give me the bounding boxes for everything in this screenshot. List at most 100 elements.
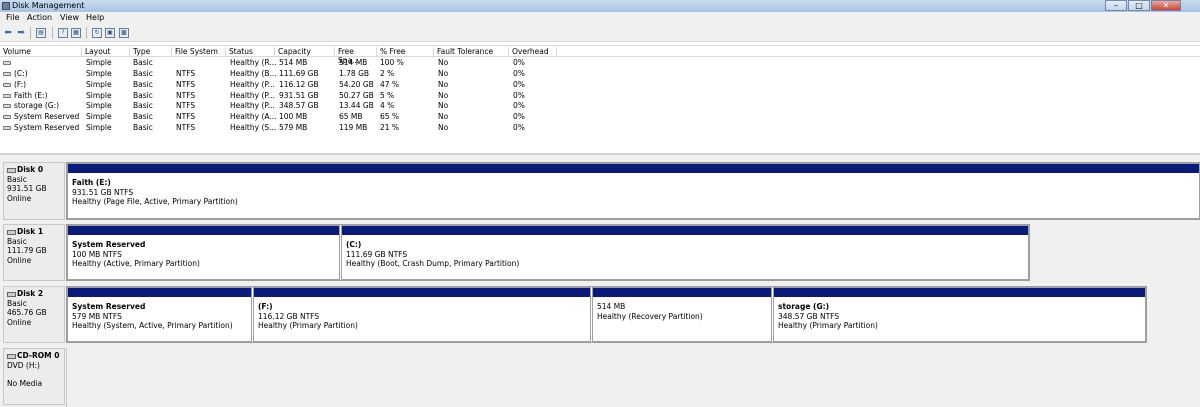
partition-status: Healthy (Boot, Crash Dump, Primary Parti… [346, 259, 520, 269]
disk-icon [7, 229, 16, 235]
cell-overhead: 0% [513, 101, 525, 110]
cell-type: Basic [133, 123, 153, 132]
cell-free: 65 MB [339, 112, 363, 121]
cell-fault: No [438, 69, 449, 78]
close-button[interactable]: ✕ [1151, 0, 1181, 11]
toolbar-separator [86, 27, 87, 39]
volume-icon [3, 115, 11, 119]
partition-size: 931.51 GB NTFS [72, 187, 134, 197]
cell-fs: NTFS [176, 112, 196, 121]
properties-icon[interactable]: ▦ [71, 28, 81, 38]
cell-layout: Simple [86, 101, 112, 110]
disk-2-partitions: System Reserved 579 MB NTFS Healthy (Sys… [66, 286, 1147, 343]
cell-capacity: 111.69 GB [279, 69, 319, 78]
volume-row[interactable]: System Reserved Simple Basic NTFS Health… [0, 112, 1200, 123]
partition-f[interactable]: (F:) 116.12 GB NTFS Healthy (Primary Par… [253, 287, 591, 342]
menu-action[interactable]: Action [27, 13, 52, 22]
menu-help[interactable]: Help [86, 13, 104, 22]
col-overhead[interactable]: Overhead [509, 47, 557, 57]
volume-row[interactable]: (F:) Simple Basic NTFS Healthy (P... 116… [0, 80, 1200, 91]
cell-status: Healthy (P... [230, 80, 275, 89]
cell-volume: Faith (E:) [14, 91, 48, 100]
menu-view[interactable]: View [60, 13, 79, 22]
cdrom-name: CD-ROM 0 [17, 351, 60, 360]
disk-icon [7, 291, 16, 297]
partition-bar [254, 288, 590, 297]
disk-kind: Basic [7, 298, 27, 308]
cell-type: Basic [133, 101, 153, 110]
volume-icon [3, 72, 11, 76]
cell-layout: Simple [86, 91, 112, 100]
back-arrow-icon[interactable]: ⬅ [3, 28, 13, 38]
col-file-system[interactable]: File System [172, 47, 226, 57]
cell-free: 514 MB [339, 58, 368, 67]
cell-fs: NTFS [176, 80, 196, 89]
minimize-button[interactable]: – [1105, 0, 1127, 11]
cell-capacity: 100 MB [279, 112, 308, 121]
partition-storage-g[interactable]: storage (G:) 348.57 GB NTFS Healthy (Pri… [773, 287, 1146, 342]
cell-pct-free: 65 % [380, 112, 400, 121]
volume-row[interactable]: storage (G:) Simple Basic NTFS Healthy (… [0, 101, 1200, 112]
cell-free: 119 MB [339, 123, 368, 132]
col-volume[interactable]: Volume [0, 47, 82, 57]
partition-status: Healthy (Primary Partition) [778, 321, 878, 331]
settings-icon[interactable]: ▩ [119, 28, 129, 38]
col-type[interactable]: Type [130, 47, 172, 57]
cell-pct-free: 21 % [380, 123, 400, 132]
forward-arrow-icon[interactable]: ➡ [16, 28, 26, 38]
disk-graphical-view: Disk 0 Basic 931.51 GB Online Faith (E:)… [0, 155, 1200, 407]
rescan-icon[interactable]: ▣ [105, 28, 115, 38]
partition-c[interactable]: (C:) 111.69 GB NTFS Healthy (Boot, Crash… [341, 225, 1029, 280]
cell-overhead: 0% [513, 69, 525, 78]
cdrom-0-label[interactable]: CD-ROM 0 DVD (H:) No Media [3, 348, 65, 405]
cell-layout: Simple [86, 69, 112, 78]
maximize-button[interactable]: □ [1128, 0, 1150, 11]
partition-system-reserved[interactable]: System Reserved 100 MB NTFS Healthy (Act… [67, 225, 340, 280]
partition-bar [774, 288, 1145, 297]
cdrom-0-area [66, 348, 1200, 407]
partition-name: System Reserved [72, 240, 146, 249]
menu-file[interactable]: File [6, 13, 19, 22]
cdrom-icon [7, 353, 16, 359]
partition-system-reserved[interactable]: System Reserved 579 MB NTFS Healthy (Sys… [67, 287, 252, 342]
partition-bar [342, 226, 1028, 235]
partition-bar [68, 226, 339, 235]
cell-fault: No [438, 112, 449, 121]
console-tree-icon[interactable]: ▤ [36, 28, 46, 38]
disk-state: Online [7, 255, 32, 265]
help-icon[interactable]: ? [58, 28, 68, 38]
col-percent-free[interactable]: % Free [377, 47, 434, 57]
col-capacity[interactable]: Capacity [275, 47, 335, 57]
disk-kind: Basic [7, 236, 27, 246]
col-fault-tolerance[interactable]: Fault Tolerance [434, 47, 509, 57]
cell-pct-free: 100 % [380, 58, 404, 67]
cell-fault: No [438, 101, 449, 110]
col-free-space[interactable]: Free Spa... [335, 47, 377, 65]
col-layout[interactable]: Layout [82, 47, 130, 57]
volume-row[interactable]: (C:) Simple Basic NTFS Healthy (B... 111… [0, 69, 1200, 80]
disk-1-label[interactable]: Disk 1 Basic 111.79 GB Online [3, 224, 65, 281]
partition-size: 348.57 GB NTFS [778, 311, 840, 321]
cell-capacity: 514 MB [279, 58, 308, 67]
cell-status: Healthy (P... [230, 101, 275, 110]
disk-name: Disk 0 [17, 165, 44, 174]
volume-row[interactable]: Simple Basic Healthy (R... 514 MB 514 MB… [0, 58, 1200, 69]
cell-overhead: 0% [513, 80, 525, 89]
partition-size: 116.12 GB NTFS [258, 311, 320, 321]
volume-row[interactable]: System Reserved Simple Basic NTFS Health… [0, 123, 1200, 134]
partition-status: Healthy (System, Active, Primary Partiti… [72, 321, 233, 331]
title-bar: Disk Management – □ ✕ [0, 0, 1200, 12]
partition-recovery[interactable]: 514 MB Healthy (Recovery Partition) [592, 287, 772, 342]
cell-status: Healthy (A... [230, 112, 277, 121]
disk-size: 465.76 GB [7, 308, 47, 317]
refresh-icon[interactable]: ↻ [92, 28, 102, 38]
disk-2-label[interactable]: Disk 2 Basic 465.76 GB Online [3, 286, 65, 343]
disk-management-icon [2, 2, 10, 10]
cell-overhead: 0% [513, 91, 525, 100]
disk-0-label[interactable]: Disk 0 Basic 931.51 GB Online [3, 162, 65, 220]
disk-name: Disk 1 [17, 227, 44, 236]
partition-faith-e[interactable]: Faith (E:) 931.51 GB NTFS Healthy (Page … [67, 163, 1200, 219]
cell-volume: storage (G:) [14, 101, 60, 110]
cell-status: Healthy (S... [230, 123, 277, 132]
col-status[interactable]: Status [226, 47, 275, 57]
